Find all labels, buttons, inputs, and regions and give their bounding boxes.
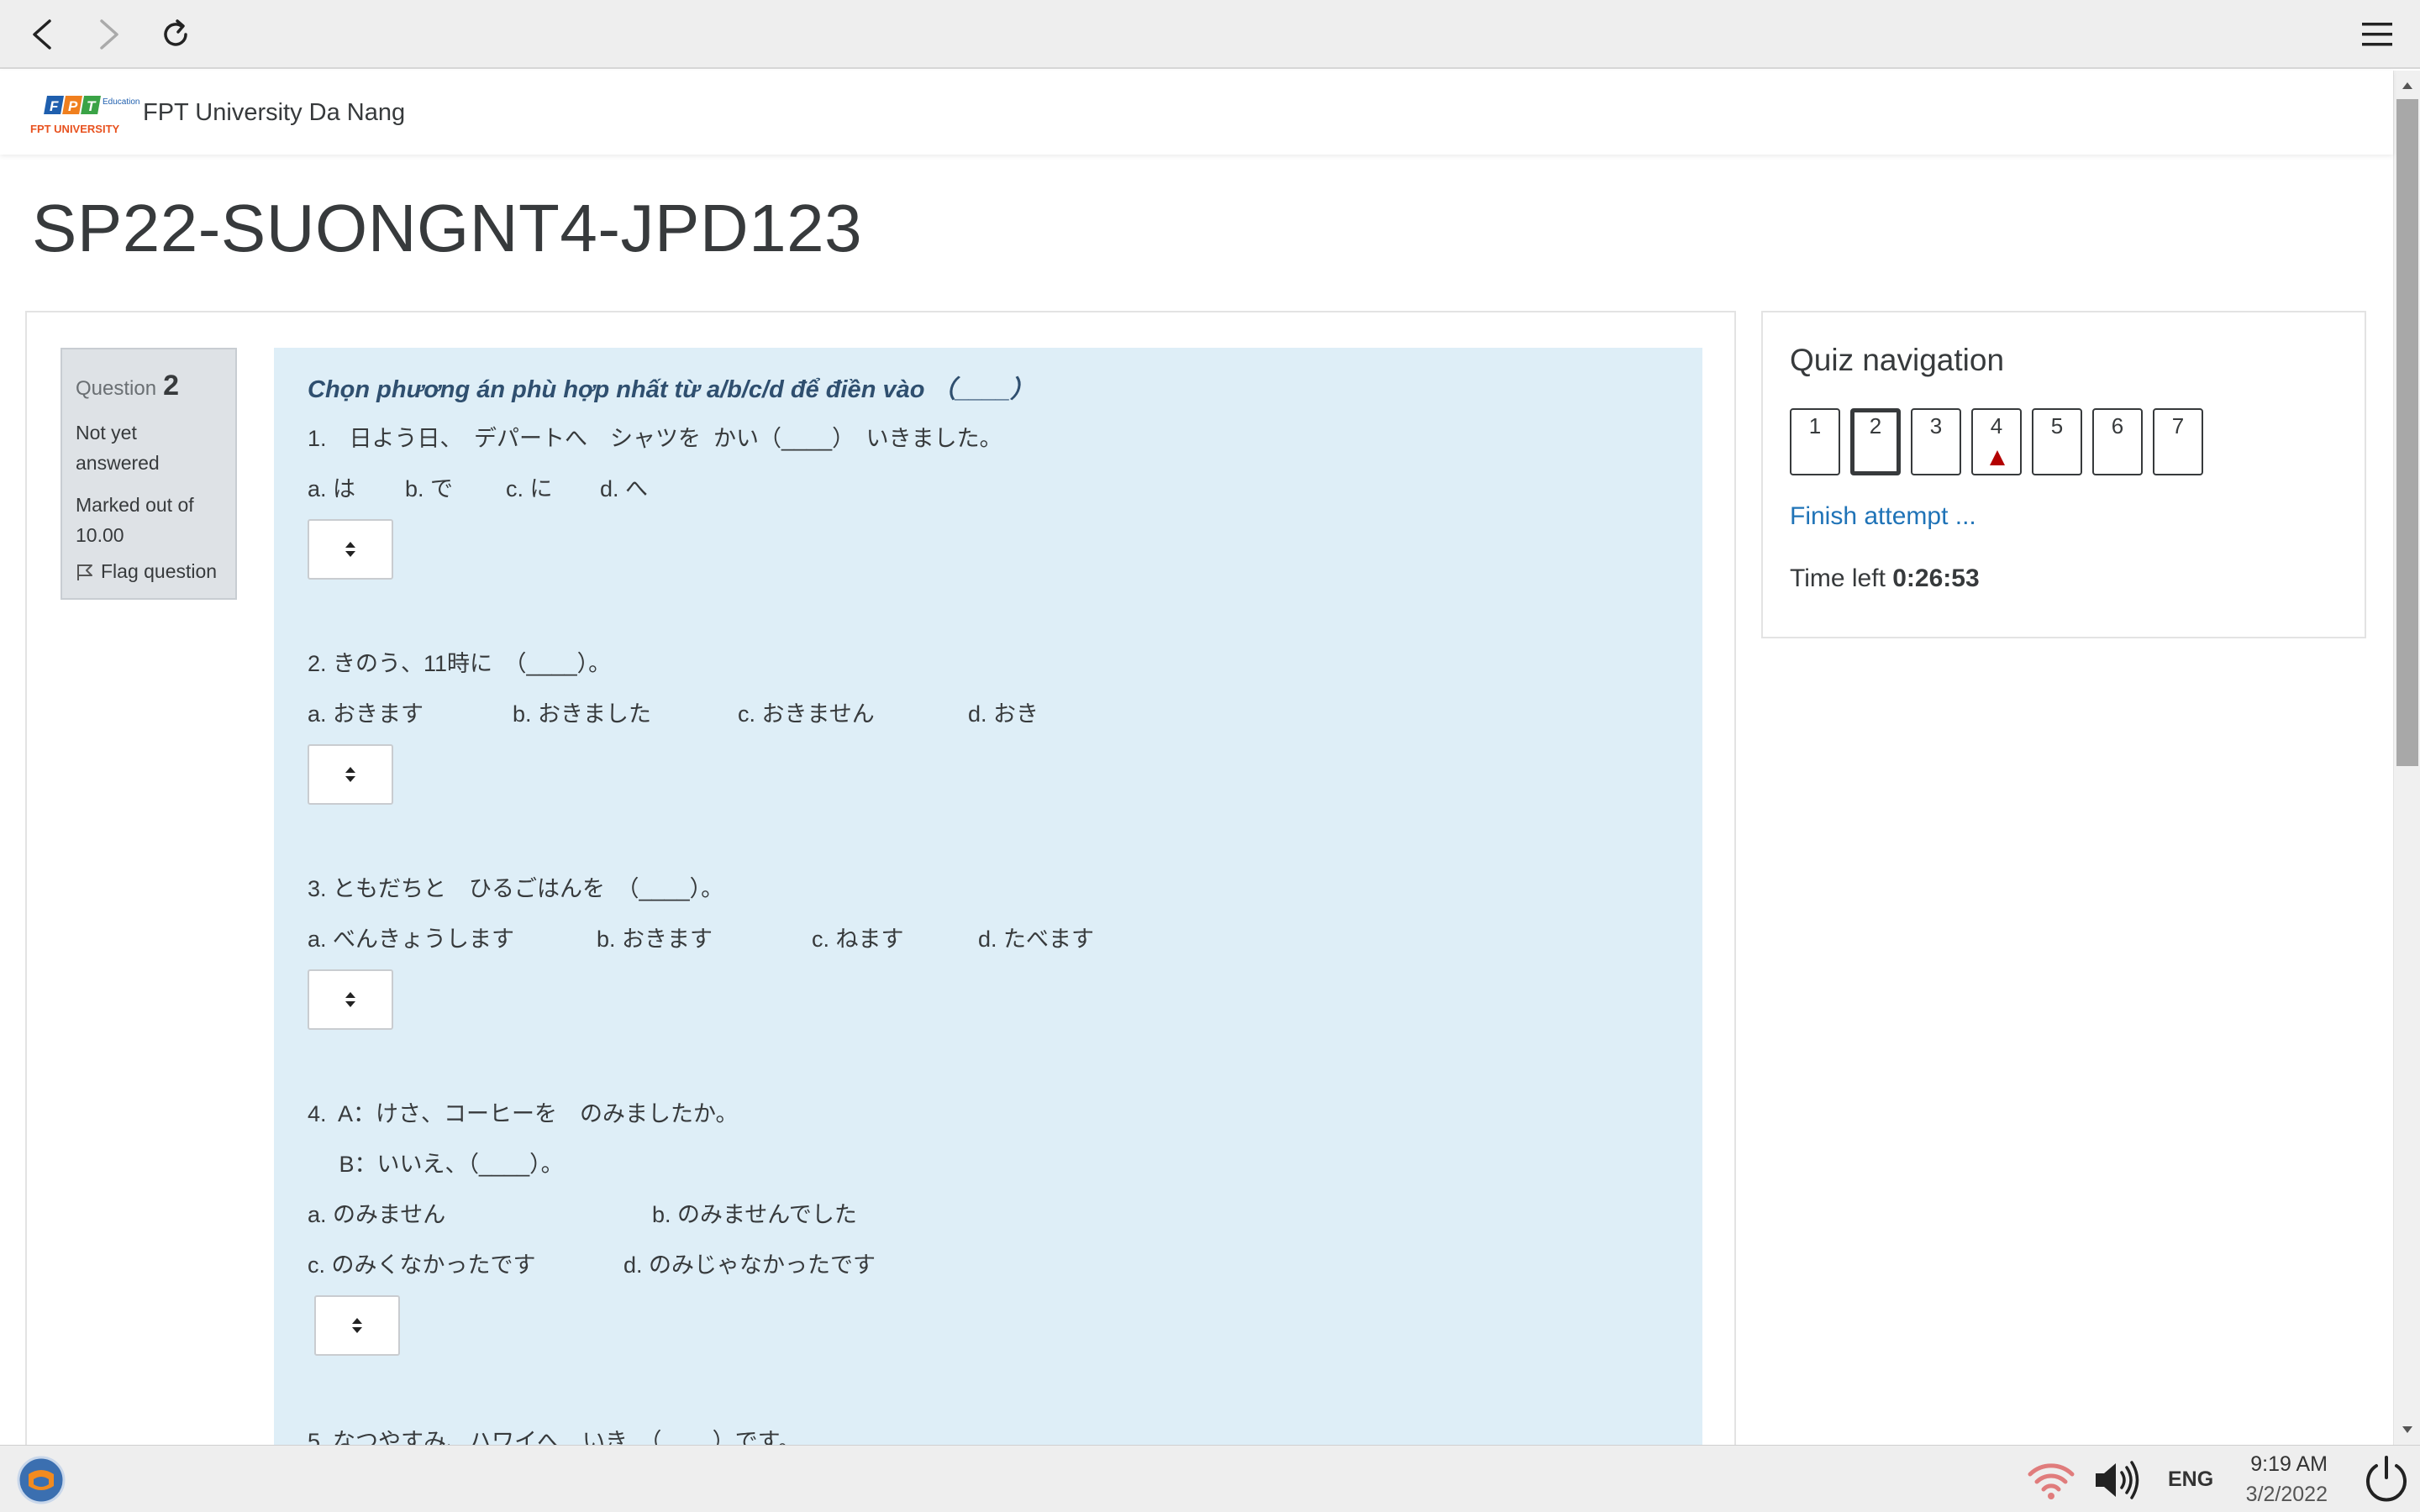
item-3-option-c: c. ねます	[812, 927, 904, 952]
answer-select-2[interactable]	[308, 744, 393, 805]
item-2-option-d: d. おき	[968, 701, 1039, 727]
question-info-panel: Question 2 Not yet answered Marked out o…	[60, 348, 237, 600]
quiz-nav-number: 1	[1808, 413, 1822, 438]
scroll-down-icon[interactable]	[2401, 1423, 2414, 1436]
svg-text:F: F	[50, 98, 59, 114]
flag-question-button[interactable]: Flag question	[76, 560, 222, 583]
quiz-nav-number: 4	[1990, 413, 2003, 438]
item-1-option-a: a. は	[308, 476, 356, 501]
answer-select-4[interactable]	[314, 1295, 400, 1356]
item-4-option-d: d. のみじゃなかったです	[623, 1252, 876, 1278]
question-label: Question	[76, 377, 157, 400]
fpt-logo[interactable]: F P T Education FPT UNIVERSITY	[29, 89, 139, 139]
quiz-nav-number: 3	[1929, 413, 1943, 438]
question-prompt: Chọn phương án phù hợp nhất từ a/b/c/d đ…	[308, 376, 1035, 403]
hamburger-menu-icon[interactable]	[2349, 7, 2405, 62]
question-item-1-text: 1. 日よう日、 デパートへ シャツを かい（____） いきました。	[308, 426, 1002, 451]
quiz-nav-button-3[interactable]: 3	[1911, 408, 1961, 475]
item-2-option-a: a. おきます	[308, 701, 424, 727]
item-4-option-c: c. のみくなかったです	[308, 1252, 536, 1278]
item-3-option-a: a. べんきょうします	[308, 927, 515, 952]
back-arrow-icon[interactable]	[15, 7, 71, 62]
finish-attempt-link[interactable]: Finish attempt ...	[1790, 502, 1976, 531]
item-4-option-a: a. のみません	[308, 1202, 446, 1227]
quiz-nav-button-5[interactable]: 5	[2032, 408, 2082, 475]
select-arrows-icon	[345, 767, 355, 782]
forward-arrow-icon[interactable]	[81, 7, 136, 62]
quiz-nav-number: 5	[2050, 413, 2064, 438]
item-2-option-b: b. おきました	[513, 701, 652, 727]
question-number-value: 2	[163, 370, 179, 402]
time-left-label: Time left	[1790, 564, 1886, 592]
select-arrows-icon	[345, 542, 355, 557]
question-item-3-text: 3. ともだちと ひるごはんを （____）。	[308, 876, 724, 901]
quiz-nav-number: 7	[2171, 413, 2185, 438]
svg-text:T: T	[87, 98, 97, 114]
flag-icon	[77, 564, 92, 580]
svg-text:Education: Education	[103, 97, 139, 107]
power-icon[interactable]	[2360, 1452, 2413, 1506]
flagged-triangle-icon	[1990, 450, 2005, 465]
quiz-nav-button-7[interactable]: 7	[2153, 408, 2203, 475]
wifi-icon[interactable]	[2025, 1456, 2077, 1503]
item-1-option-b: b. で	[405, 476, 454, 501]
quiz-nav-button-4[interactable]: 4	[1971, 408, 2022, 475]
time-left: Time left 0:26:53	[1790, 564, 1980, 593]
question-item-4-text-2: B：いいえ、（____）。	[308, 1152, 564, 1177]
select-arrows-icon	[345, 992, 355, 1007]
item-1-option-d: d. へ	[600, 476, 649, 501]
page-scrollbar[interactable]	[2393, 71, 2420, 1445]
question-item-4-text: 4. A：けさ、コーヒーを のみましたか。	[308, 1101, 739, 1126]
quiz-navigation-title: Quiz navigation	[1790, 343, 2005, 377]
page-title: SP22-SUONGNT4-JPD123	[32, 191, 863, 265]
clock-date: 3/2/2022	[2245, 1483, 2328, 1506]
item-3-option-d: d. たべます	[978, 927, 1095, 952]
quiz-nav-number: 6	[2111, 413, 2124, 438]
quiz-navigation-panel: Quiz navigation 1 2 3 4 5 6 7 Finish att…	[1761, 311, 2366, 638]
item-2-option-c: c. おきません	[738, 701, 875, 727]
scroll-up-icon[interactable]	[2401, 79, 2414, 92]
svg-text:FPT UNIVERSITY: FPT UNIVERSITY	[30, 123, 120, 135]
reload-icon[interactable]	[148, 7, 203, 62]
question-content: Chọn phương án phù hợp nhất từ a/b/c/d đ…	[274, 348, 1702, 1445]
quiz-nav-button-1[interactable]: 1	[1790, 408, 1840, 475]
svg-text:P: P	[68, 98, 78, 114]
item-1-option-c: c. に	[506, 476, 553, 501]
question-grade: Marked out of 10.00	[76, 494, 194, 546]
quiz-nav-number: 2	[1869, 413, 1882, 438]
answer-select-1[interactable]	[308, 519, 393, 580]
start-menu-icon[interactable]	[15, 1454, 67, 1506]
site-header: F P T Education FPT UNIVERSITY FPT Unive…	[0, 71, 2393, 155]
browser-toolbar	[0, 0, 2420, 69]
question-item-2-text: 2. きのう、11時に （____）。	[308, 651, 612, 676]
language-indicator[interactable]: ENG	[2168, 1467, 2213, 1492]
select-arrows-icon	[352, 1318, 362, 1333]
time-left-value: 0:26:53	[1892, 564, 1980, 592]
os-taskbar: ENG 9:19 AM 3/2/2022	[0, 1445, 2420, 1512]
flag-question-label: Flag question	[101, 560, 218, 582]
question-state: Not yet answered	[76, 422, 160, 474]
answer-select-3[interactable]	[308, 969, 393, 1030]
volume-icon[interactable]	[2091, 1457, 2143, 1503]
item-4-option-b: b. のみませんでした	[652, 1202, 857, 1227]
site-name[interactable]: FPT University Da Nang	[143, 99, 405, 127]
scrollbar-thumb[interactable]	[2396, 99, 2418, 766]
question-item-5-text: 5. なつやすみ、ハワイへ いき （____）です。	[308, 1429, 801, 1445]
quiz-nav-button-2[interactable]: 2	[1850, 408, 1901, 475]
clock-time: 9:19 AM	[2250, 1452, 2328, 1476]
item-3-option-b: b. おきます	[597, 927, 713, 952]
quiz-nav-button-6[interactable]: 6	[2092, 408, 2143, 475]
question-number: Question 2	[76, 370, 222, 402]
